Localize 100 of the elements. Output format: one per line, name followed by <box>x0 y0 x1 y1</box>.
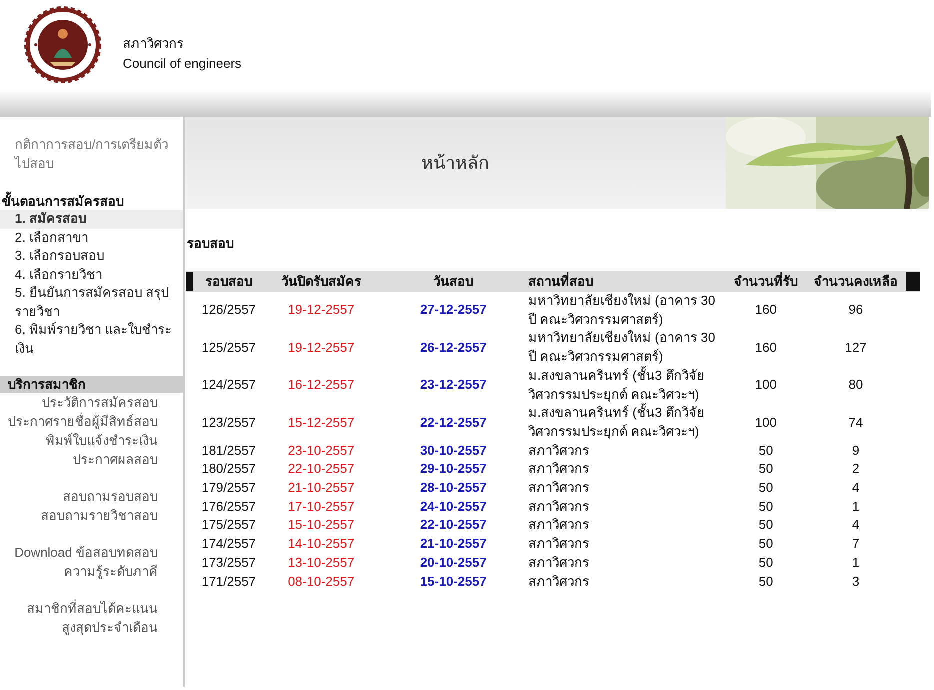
remaining-cell-text: 1 <box>851 554 861 572</box>
remaining-cell-text: 127 <box>844 338 868 357</box>
closing-date-cell-text: 08-10-2557 <box>287 572 356 591</box>
round-cell-text: 179/2557 <box>200 479 258 498</box>
venue-cell-text: สภาวิศวกร <box>528 535 590 554</box>
column-header: จำนวนที่รับ <box>726 271 806 292</box>
venue-cell-text: สภาวิศวกร <box>528 516 590 534</box>
closing-date-cell-text: 16-12-2557 <box>287 376 356 394</box>
exam-date-cell-text: 30-10-2557 <box>419 442 488 460</box>
closing-date-cell-text: 23-10-2557 <box>287 442 356 460</box>
closing-date-cell-text: 14-10-2557 <box>287 535 356 554</box>
closing-date-cell-text: 17-10-2557 <box>287 498 356 516</box>
sidebar-link[interactable]: สอบถามรอบสอบ <box>8 487 158 506</box>
remaining-cell-text: 7 <box>851 535 861 554</box>
quota-cell-text: 100 <box>754 376 778 394</box>
venue-cell-text: สภาวิศวกร <box>528 442 590 460</box>
exam-date-cell: 27-12-2557 <box>378 292 528 330</box>
column-header: วันปิดรับสมัคร <box>264 271 379 292</box>
round-cell-text: 123/2557 <box>200 414 258 432</box>
exam-date-cell-text: 20-10-2557 <box>419 554 488 572</box>
step-item[interactable]: 3. เลือกรอบสอบ <box>0 247 183 266</box>
exam-date-cell: 22-12-2557 <box>378 404 528 442</box>
round-cell-text: 125/2557 <box>200 338 258 357</box>
exam-date-cell-text: 21-10-2557 <box>419 535 488 554</box>
quota-cell-text: 100 <box>754 414 778 432</box>
section-title: รอบสอบ <box>187 236 235 252</box>
round-cell-text: 176/2557 <box>200 498 258 516</box>
quota-cell-text: 50 <box>758 479 774 498</box>
round-cell-text: 181/2557 <box>200 442 258 460</box>
quota-cell-text: 50 <box>758 516 774 534</box>
step-item[interactable]: 1. สมัครสอบ <box>0 210 183 228</box>
sidebar-link[interactable]: ประกาศรายชื่อผู้มีสิทธ์สอบ <box>8 412 158 431</box>
venue-cell-text: สภาวิศวกร <box>528 572 590 591</box>
page-title: หน้าหลัก <box>420 152 490 175</box>
remaining-cell-text: 4 <box>851 516 861 534</box>
sidebar-link[interactable]: ประวัติการสมัครสอบ <box>8 393 158 412</box>
round-cell-text: 175/2557 <box>200 516 258 534</box>
round-cell-text: 174/2557 <box>200 535 258 554</box>
closing-date-cell-text: 22-10-2557 <box>287 460 356 478</box>
exam-date-cell-text: 15-10-2557 <box>419 572 488 591</box>
step-item[interactable]: 5. ยืนยันการสมัครสอบ สรุปรายวิชา <box>0 284 183 321</box>
round-cell-text: 173/2557 <box>200 554 258 572</box>
organization-name-english: Council of engineers <box>123 55 242 73</box>
closing-date-cell-text: 19-12-2557 <box>287 338 356 357</box>
remaining-cell-text: 3 <box>851 572 861 591</box>
section-heading: ขั้นตอนการสมัครสอบ <box>0 193 183 210</box>
venue-cell: มหาวิทยาลัยเชียงใหม่ (อาคาร 30 ปี คณะวิศวกรรมศาสตร์) <box>528 329 726 367</box>
column-header: จำนวนคงเหลือ <box>806 271 906 292</box>
quota-cell-text: 160 <box>754 338 778 357</box>
venue-cell: มหาวิทยาลัยเชียงใหม่ (อาคาร 30 ปี คณะวิศวกรรมศาสตร์) <box>528 292 726 330</box>
sidebar-link[interactable]: สมาชิกที่สอบได้คะแนนสูงสุดประจำเดือน <box>8 599 158 637</box>
closing-date-cell-text: 15-12-2557 <box>287 414 356 432</box>
closing-date-cell: 19-12-2557 <box>264 292 379 330</box>
remaining-cell-text: 80 <box>848 376 864 394</box>
remaining-cell-text: 1 <box>851 498 861 516</box>
column-header: รอบสอบ <box>194 271 264 292</box>
venue-cell-text: ม.สงขลานครินทร์ (ชั้น3 ตึกวิจัยวิศวกรรมประยุกต์ คณะวิศวะฯ) <box>528 404 706 442</box>
step-item[interactable]: 4. เลือกรายวิชา <box>0 266 183 284</box>
round-cell: 126/2557 <box>194 292 264 330</box>
quota-cell-text: 50 <box>758 535 774 554</box>
step-item[interactable]: 6. พิมพ์รายวิชา และใบชำระเงิน <box>0 321 183 358</box>
column-header: สถานที่สอบ <box>528 271 726 292</box>
closing-date-cell-text: 15-10-2557 <box>287 516 356 534</box>
exam-date-cell-text: 22-10-2557 <box>419 516 488 534</box>
quota-cell-text: 50 <box>758 442 774 460</box>
organization-name-thai: สภาวิศวกร <box>123 35 185 53</box>
remaining-cell-text: 2 <box>851 460 861 478</box>
section-heading: บริการสมาชิก <box>0 376 183 393</box>
exam-date-cell-text: 28-10-2557 <box>419 479 488 498</box>
column-header: วันสอบ <box>378 271 528 292</box>
sidebar-link[interactable]: กติกาการสอบ/การเตรียมตัวไปสอบ <box>0 135 183 173</box>
quota-cell-text: 50 <box>758 460 774 478</box>
venue-cell-text: สภาวิศวกร <box>528 498 590 516</box>
round-cell-text: 171/2557 <box>200 572 258 591</box>
sidebar-link[interactable]: พิมพ์ใบแจ้งชำระเงิน <box>8 431 158 450</box>
remaining-cell-text: 4 <box>851 479 861 498</box>
exam-date-cell: 26-12-2557 <box>378 329 528 367</box>
exam-date-cell: 23-12-2557 <box>378 366 528 404</box>
exam-date-cell-text: 24-10-2557 <box>419 498 488 516</box>
header-marker <box>186 272 193 291</box>
sidebar-link[interactable]: ประกาศผลสอบ <box>8 450 158 469</box>
venue-cell-text: สภาวิศวกร <box>528 460 590 478</box>
closing-date-cell-text: 21-10-2557 <box>287 479 356 498</box>
remaining-cell: 96 <box>806 292 906 330</box>
quota-cell-text: 50 <box>758 572 774 591</box>
remaining-cell-text: 9 <box>851 442 861 460</box>
quota-cell: 160 <box>726 292 806 330</box>
sidebar-link[interactable]: Download ข้อสอบทดสอบความรู้ระดับภาคี <box>8 543 158 581</box>
step-item[interactable]: 2. เลือกสาขา <box>0 228 183 247</box>
exam-date-cell-text: 29-10-2557 <box>419 460 488 478</box>
sidebar-link[interactable]: สอบถามรายวิชาสอบ <box>8 506 158 525</box>
closing-date-cell-text: 13-10-2557 <box>287 554 356 572</box>
quota-cell-text: 50 <box>758 498 774 516</box>
venue-cell-text: สภาวิศวกร <box>528 554 590 572</box>
round-cell-text: 180/2557 <box>200 460 258 478</box>
header-marker <box>906 272 920 291</box>
quota-cell-text: 50 <box>758 554 774 572</box>
remaining-cell-text: 74 <box>848 414 864 432</box>
round-cell-text: 124/2557 <box>200 376 258 394</box>
venue-cell: ม.สงขลานครินทร์ (ชั้น3 ตึกวิจัยวิศวกรรมประยุกต์ คณะวิศวะฯ) <box>528 366 726 404</box>
